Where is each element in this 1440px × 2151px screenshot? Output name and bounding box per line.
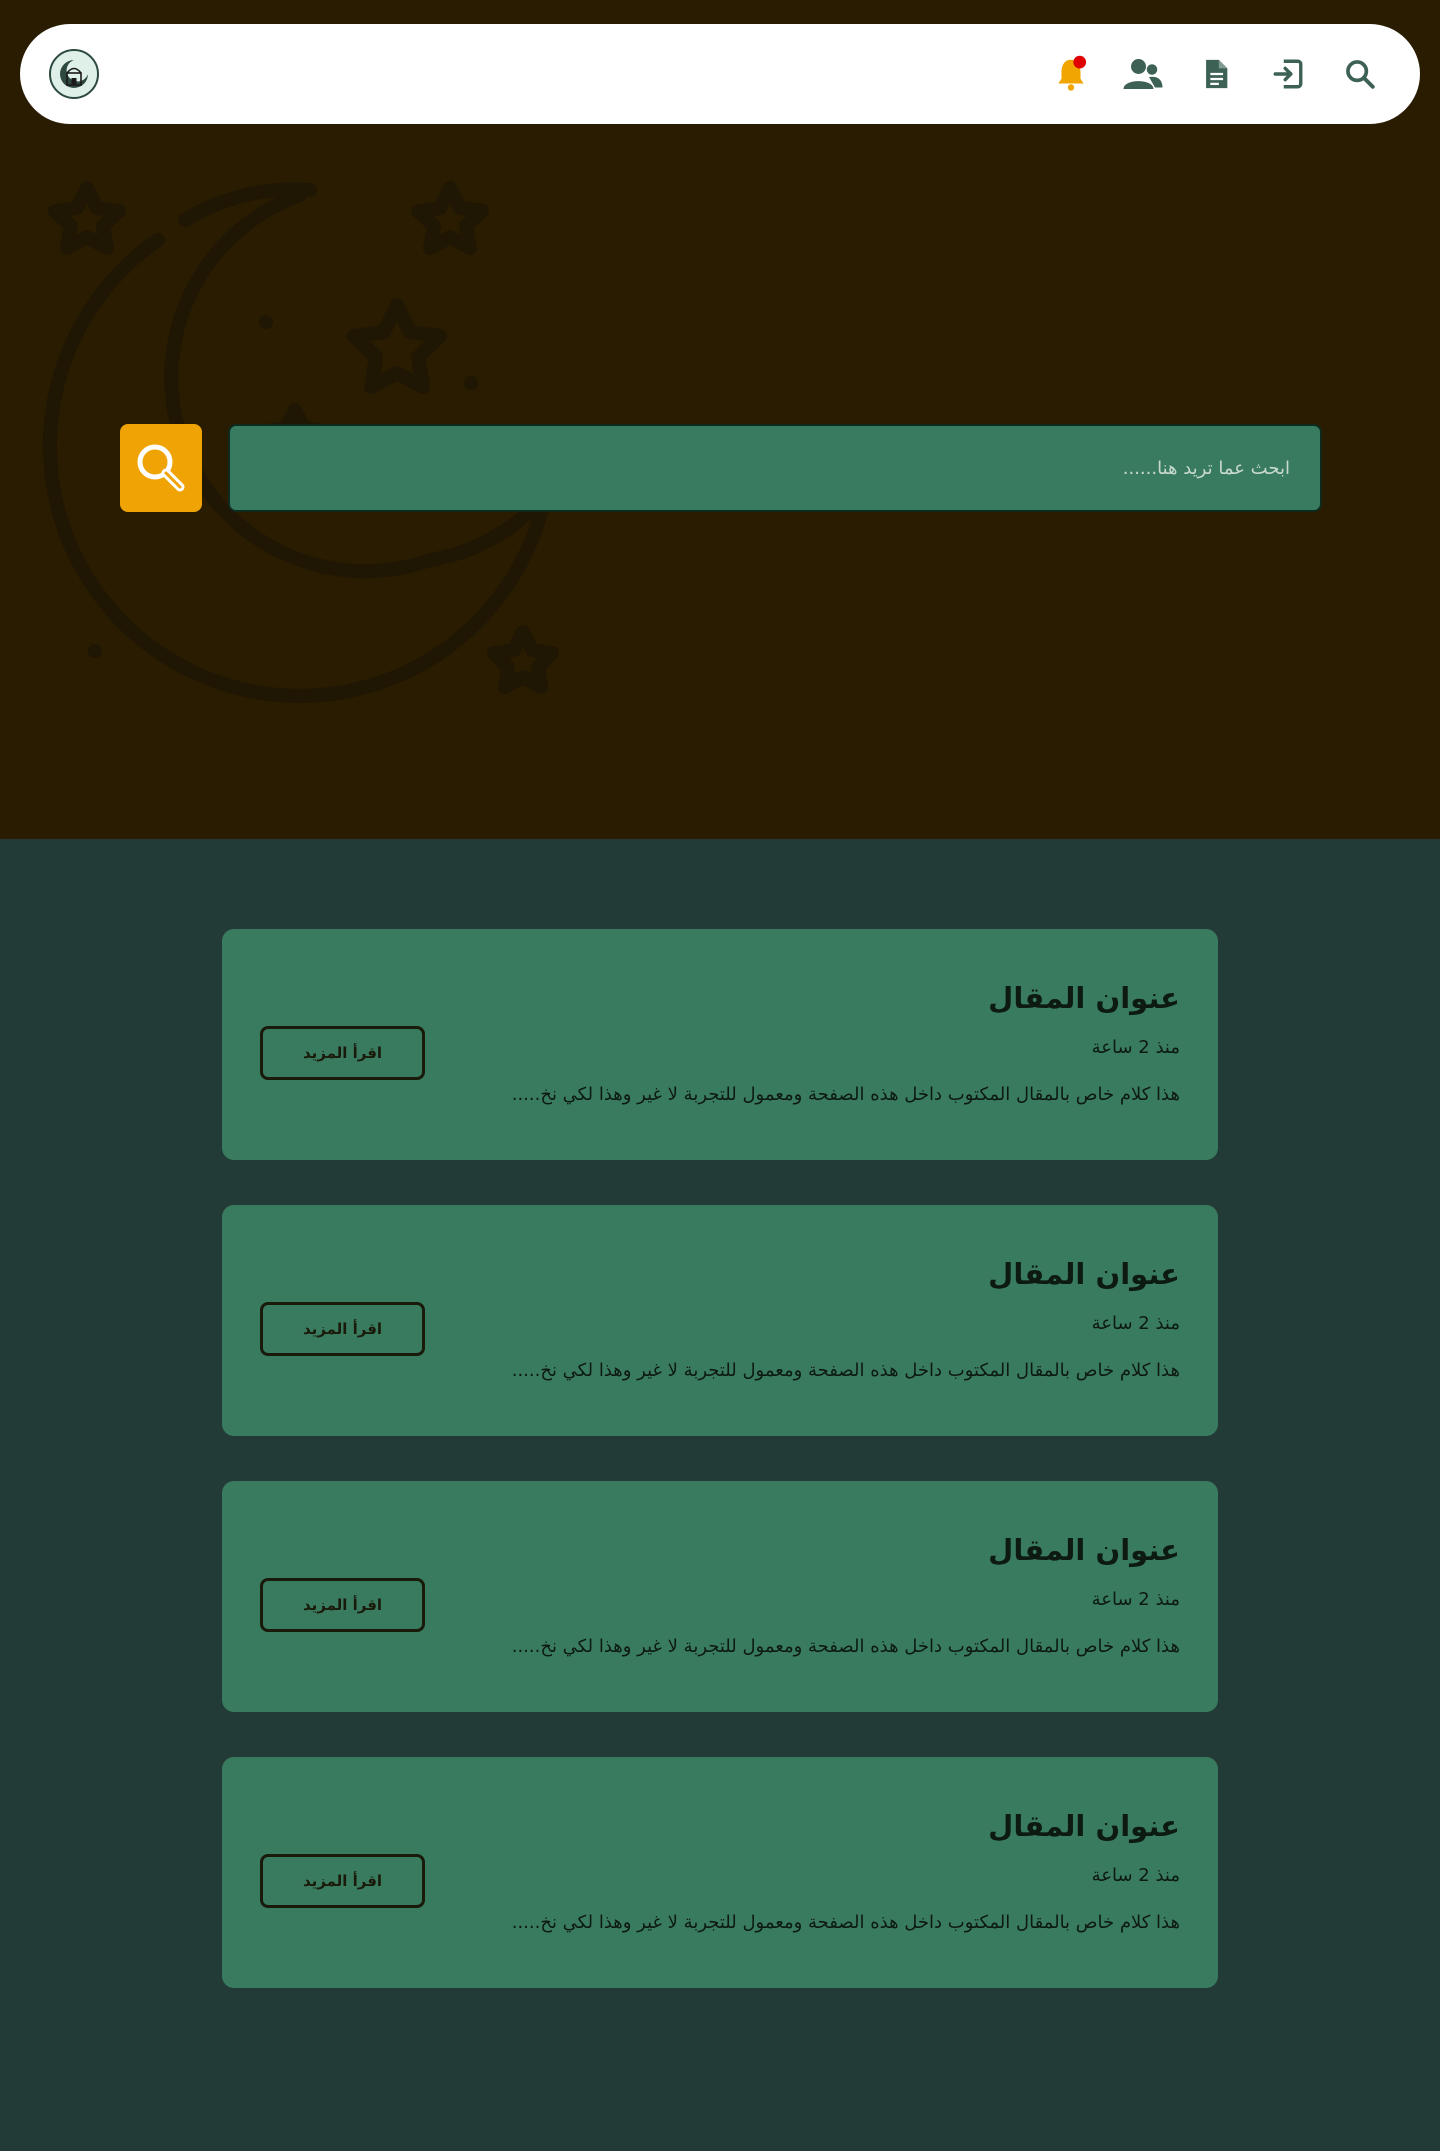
article-excerpt: هذا كلام خاص بالمقال المكتوب داخل هذه ال… — [511, 1084, 1180, 1105]
article-excerpt: هذا كلام خاص بالمقال المكتوب داخل هذه ال… — [511, 1636, 1180, 1657]
read-more-button[interactable]: اقرأ المزيد — [260, 1854, 425, 1908]
users-icon[interactable] — [1121, 52, 1165, 96]
search-bar — [120, 424, 1322, 512]
article-title[interactable]: عنوان المقال — [988, 1809, 1180, 1843]
magnifier-icon — [137, 444, 185, 492]
search-icon[interactable] — [1338, 52, 1382, 96]
read-more-button[interactable]: اقرأ المزيد — [260, 1578, 425, 1632]
article-excerpt: هذا كلام خاص بالمقال المكتوب داخل هذه ال… — [511, 1912, 1180, 1933]
article-card: عنوان المقال منذ 2 ساعة هذا كلام خاص بال… — [222, 1481, 1218, 1712]
document-icon[interactable] — [1194, 52, 1238, 96]
read-more-button[interactable]: اقرأ المزيد — [260, 1026, 425, 1080]
mosque-logo-icon[interactable] — [49, 49, 99, 99]
notification-dot — [1073, 55, 1087, 69]
article-time: منذ 2 ساعة — [1091, 1313, 1180, 1334]
article-title[interactable]: عنوان المقال — [988, 1533, 1180, 1567]
hero-section — [0, 0, 1440, 839]
article-card: عنوان المقال منذ 2 ساعة هذا كلام خاص بال… — [222, 1205, 1218, 1436]
search-input[interactable] — [228, 424, 1322, 512]
article-title[interactable]: عنوان المقال — [988, 981, 1180, 1015]
article-card: عنوان المقال منذ 2 ساعة هذا كلام خاص بال… — [222, 1757, 1218, 1988]
search-button[interactable] — [120, 424, 202, 512]
article-card: عنوان المقال منذ 2 ساعة هذا كلام خاص بال… — [222, 929, 1218, 1160]
login-icon[interactable] — [1266, 52, 1310, 96]
articles-list: عنوان المقال منذ 2 ساعة هذا كلام خاص بال… — [222, 929, 1218, 2033]
article-time: منذ 2 ساعة — [1091, 1589, 1180, 1610]
article-time: منذ 2 ساعة — [1091, 1037, 1180, 1058]
article-title[interactable]: عنوان المقال — [988, 1257, 1180, 1291]
read-more-button[interactable]: اقرأ المزيد — [260, 1302, 425, 1356]
bell-icon[interactable] — [1049, 52, 1093, 96]
navbar — [20, 24, 1420, 124]
article-time: منذ 2 ساعة — [1091, 1865, 1180, 1886]
article-excerpt: هذا كلام خاص بالمقال المكتوب داخل هذه ال… — [511, 1360, 1180, 1381]
